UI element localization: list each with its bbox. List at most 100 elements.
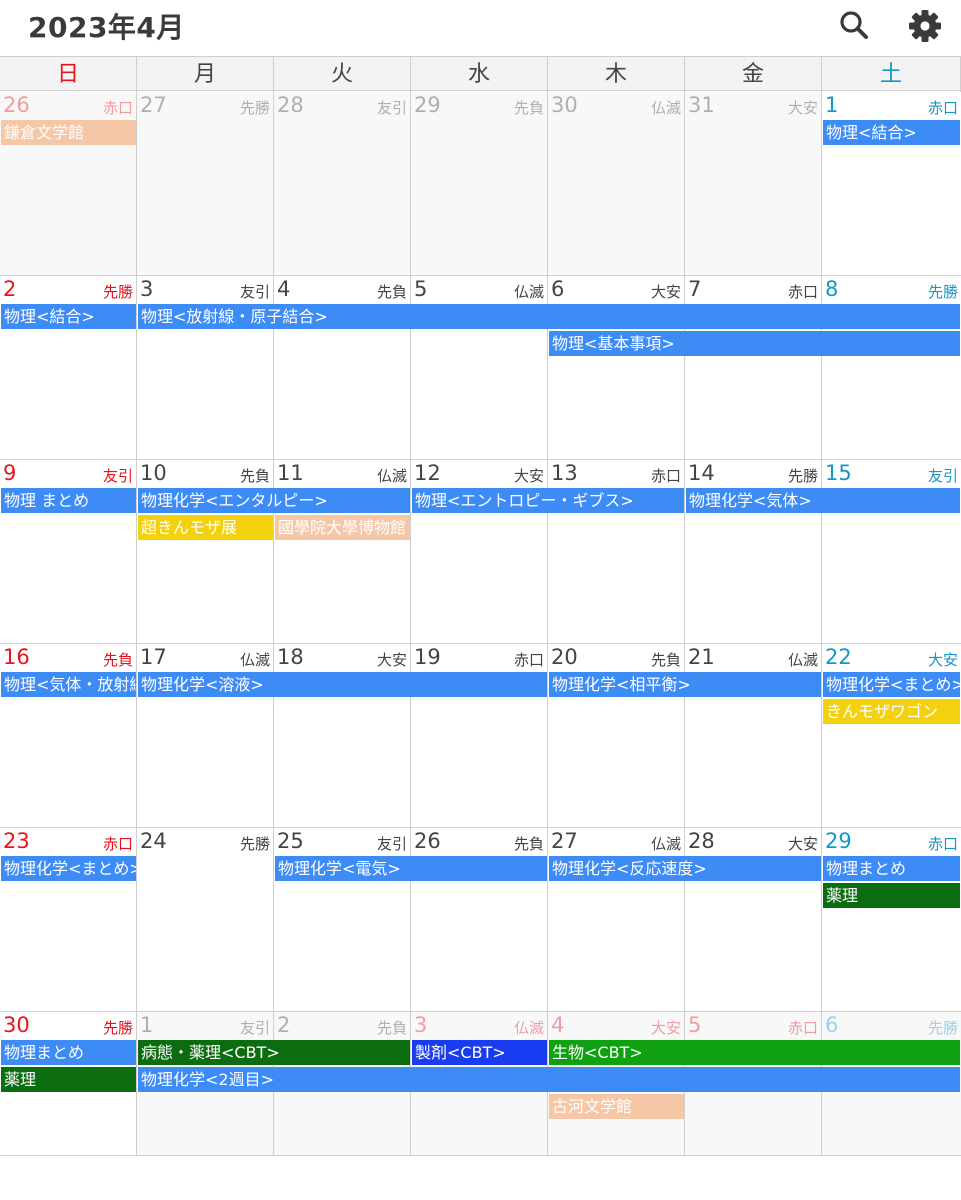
calendar-event[interactable]: 物理まとめ — [1, 1040, 136, 1065]
calendar-event[interactable]: 物理化学<電気> — [275, 856, 547, 881]
day-number: 17 — [140, 645, 167, 669]
rokuyo-label: 赤口 — [650, 467, 681, 485]
calendar-event[interactable]: 物理化学<気体> — [686, 488, 960, 513]
rokuyo-label: 先勝 — [239, 835, 270, 853]
weekday-label: 月 — [137, 57, 274, 92]
calendar-event[interactable]: 物理<結合> — [823, 120, 960, 145]
rokuyo-label: 友引 — [239, 1019, 270, 1037]
week-row: 16先負17仏滅18大安19赤口20先負21仏滅22大安物理<気体・放射線>物理… — [0, 644, 961, 828]
rokuyo-label: 赤口 — [102, 99, 133, 117]
day-cell[interactable]: 27 先勝 — [137, 92, 274, 275]
day-number: 12 — [414, 461, 441, 485]
week-row: 9 友引 10 先負 11 仏滅 12 大安 13 赤口 14 先勝 15 友引 物理 まとめ 物理化学<エン… — [0, 460, 961, 644]
day-cell[interactable]: 31 大安 — [685, 92, 822, 275]
day-number: 5 — [414, 277, 428, 301]
weekday-label: 水 — [411, 57, 548, 92]
rokuyo-label: 先負 — [513, 835, 544, 853]
calendar-event[interactable]: 物理<基本事項> — [549, 331, 960, 356]
calendar-event[interactable]: 物理化学<2週目> — [138, 1067, 960, 1092]
day-number: 20 — [551, 645, 578, 669]
rokuyo-label: 友引 — [927, 467, 958, 485]
calendar-event[interactable]: 物理化学<反応速度> — [549, 856, 821, 881]
month-title[interactable]: 2023年4月 — [28, 6, 185, 46]
day-number: 28 — [688, 829, 715, 853]
day-number: 29 — [414, 93, 441, 117]
rokuyo-label: 大安 — [376, 651, 407, 669]
rokuyo-label: 赤口 — [513, 651, 544, 669]
calendar-event[interactable]: 物理<気体・放射線> — [1, 672, 136, 697]
calendar-event[interactable]: 製剤<CBT> — [412, 1040, 547, 1065]
rokuyo-label: 大安 — [927, 651, 958, 669]
rokuyo-label: 友引 — [239, 283, 270, 301]
day-number: 26 — [414, 829, 441, 853]
day-cell[interactable]: 28 友引 — [274, 92, 411, 275]
calendar-event[interactable]: 生物<CBT> — [549, 1040, 960, 1065]
calendar-event[interactable]: 物理化学<まとめ> — [823, 672, 960, 697]
rokuyo-label: 先負 — [102, 651, 133, 669]
calendar-app: 2023年4月 日月火水木金土 26 赤口 27 先勝 28 友引 29 先負 30 仏 — [0, 0, 961, 1200]
rokuyo-label: 先勝 — [787, 467, 818, 485]
day-number: 6 — [551, 277, 565, 301]
day-number: 6 — [825, 1013, 839, 1037]
day-number: 14 — [688, 461, 715, 485]
calendar-event[interactable]: 物理<放射線・原子結合> — [138, 304, 960, 329]
rokuyo-label: 友引 — [376, 99, 407, 117]
rokuyo-label: 赤口 — [787, 283, 818, 301]
calendar-event[interactable]: 物理化学<溶液> — [138, 672, 547, 697]
rokuyo-label: 先負 — [376, 283, 407, 301]
rokuyo-label: 仏滅 — [787, 651, 818, 669]
rokuyo-label: 先勝 — [927, 283, 958, 301]
calendar-event[interactable]: 物理化学<相平衡> — [549, 672, 821, 697]
calendar-event[interactable]: 物理化学<まとめ> — [1, 856, 136, 881]
day-number: 30 — [3, 1013, 30, 1037]
weekday-label: 日 — [0, 57, 137, 92]
settings-button[interactable] — [905, 6, 945, 46]
day-number: 31 — [688, 93, 715, 117]
day-cell[interactable]: 29 先負 — [411, 92, 548, 275]
day-number: 24 — [140, 829, 167, 853]
day-cell[interactable]: 24 先勝 — [137, 828, 274, 1011]
app-header: 2023年4月 — [0, 0, 961, 56]
day-number: 28 — [277, 93, 304, 117]
week-row: 30 先勝 1 友引 2 先負 3 仏滅 4 大安 5 赤口 6 先勝 物理まとめ 病態・薬理<CBT> 製剤<… — [0, 1012, 961, 1156]
calendar-event[interactable]: 物理まとめ — [823, 856, 960, 881]
calendar-event[interactable]: 薬理 — [1, 1067, 136, 1092]
day-number: 5 — [688, 1013, 702, 1037]
day-number: 26 — [3, 93, 30, 117]
calendar-event[interactable]: 病態・薬理<CBT> — [138, 1040, 410, 1065]
calendar-event[interactable]: 國學院大學博物館 — [275, 515, 410, 540]
rokuyo-label: 赤口 — [927, 835, 958, 853]
calendar-event[interactable]: 薬理 — [823, 883, 960, 908]
calendar-event[interactable]: 古河文学館 — [549, 1094, 684, 1119]
calendar-event[interactable]: 鎌倉文学館 — [1, 120, 136, 145]
day-number: 9 — [3, 461, 17, 485]
rokuyo-label: 先勝 — [102, 1019, 133, 1037]
calendar-event[interactable]: 物理 まとめ — [1, 488, 136, 513]
day-number: 15 — [825, 461, 852, 485]
day-number: 25 — [277, 829, 304, 853]
rokuyo-label: 大安 — [787, 835, 818, 853]
day-number: 10 — [140, 461, 167, 485]
calendar-event[interactable]: 物理<エントロピー・ギブス> — [412, 488, 684, 513]
day-number: 2 — [3, 277, 17, 301]
calendar-event[interactable]: 物理<結合> — [1, 304, 136, 329]
day-cell[interactable]: 30 仏滅 — [548, 92, 685, 275]
calendar-event[interactable]: 超きんモザ展 — [138, 515, 273, 540]
rokuyo-label: 大安 — [513, 467, 544, 485]
rokuyo-label: 先勝 — [102, 283, 133, 301]
rokuyo-label: 仏滅 — [650, 835, 681, 853]
rokuyo-label: 先勝 — [927, 1019, 958, 1037]
day-number: 18 — [277, 645, 304, 669]
search-button[interactable] — [835, 6, 875, 46]
calendar-event[interactable]: 物理化学<エンタルピー> — [138, 488, 410, 513]
day-number: 23 — [3, 829, 30, 853]
rokuyo-label: 大安 — [650, 1019, 681, 1037]
day-number: 11 — [277, 461, 304, 485]
calendar-event[interactable]: きんモザワゴン — [823, 699, 960, 724]
weekday-header-row: 日月火水木金土 — [0, 56, 961, 92]
rokuyo-label: 赤口 — [927, 99, 958, 117]
day-number: 13 — [551, 461, 578, 485]
weekday-label: 金 — [685, 57, 822, 92]
gear-icon — [909, 10, 941, 42]
day-number: 7 — [688, 277, 702, 301]
